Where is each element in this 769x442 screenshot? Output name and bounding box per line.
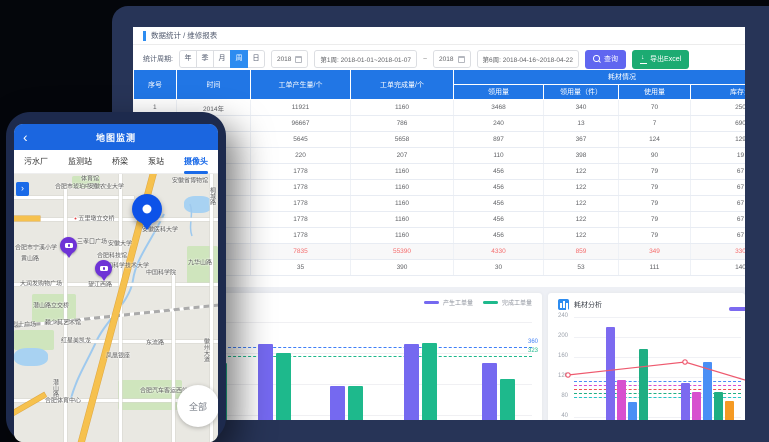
range-start-value: 第1周: 2018-01-01~2018-01-07	[320, 54, 411, 64]
camera-pin-icon[interactable]	[95, 260, 112, 277]
consumables-chart-plot: 40 80 120 160 200 240	[548, 293, 745, 420]
col-index: 序号	[134, 70, 177, 100]
range-end-input[interactable]: 第6周: 2018-04-16~2018-04-22	[477, 50, 580, 68]
chart-bar	[422, 343, 437, 420]
chart-bar	[606, 327, 615, 420]
chart-bar	[404, 344, 419, 420]
export-excel-button[interactable]: 导出Excel	[632, 50, 689, 69]
average-line	[574, 385, 741, 386]
chart-bar	[330, 386, 345, 420]
panel-expander-button[interactable]: ›	[16, 182, 29, 196]
search-button[interactable]: 查询	[585, 50, 626, 69]
year-start-value: 2018	[277, 56, 291, 63]
gridline	[574, 357, 741, 358]
year-start-select[interactable]: 2018	[271, 50, 308, 68]
col-created: 工单产生量/个	[251, 70, 351, 100]
breadcrumb: 数据统计 / 维修报表	[151, 30, 217, 41]
chart-bar	[628, 402, 637, 420]
gridline	[574, 317, 741, 318]
phone-header: ‹ 地图监测	[14, 124, 218, 150]
reference-label: 360	[508, 339, 538, 345]
y-tick-label: 200	[548, 333, 568, 339]
breadcrumb-accent	[143, 31, 146, 41]
year-end-value: 2018	[439, 56, 453, 63]
phone-tab-泵站[interactable]: 泵站	[148, 150, 164, 174]
table-row: 12014年119211160346834070250	[134, 100, 746, 116]
phone-tab-污水厂[interactable]: 污水厂	[24, 150, 48, 174]
chart-bar	[703, 362, 712, 420]
workorder-chart-plot: 360 323	[208, 293, 542, 420]
workorder-chart-card: 产生工单量完成工单量 360323	[208, 293, 542, 420]
breadcrumb-bar: 数据统计 / 维修报表	[133, 27, 745, 45]
range-separator: ~	[423, 56, 427, 63]
col-group: 耗材情况	[454, 70, 746, 85]
chart-bar	[639, 349, 648, 420]
back-icon[interactable]: ‹	[23, 126, 28, 148]
camera-lens	[103, 267, 106, 270]
col-sub: 库存量	[691, 85, 746, 100]
col-sub: 领用量	[454, 85, 544, 100]
y-tick-label: 120	[548, 373, 568, 379]
camera-lens	[68, 244, 71, 247]
y-tick-label: 40	[548, 413, 568, 419]
y-tick-label: 240	[548, 313, 568, 319]
all-button[interactable]: 全部	[177, 385, 218, 427]
chart-bar	[482, 363, 497, 420]
camera-pin-icon[interactable]	[60, 237, 77, 254]
chart-bar	[692, 392, 701, 420]
download-icon	[640, 55, 647, 64]
gridline	[218, 322, 532, 323]
period-option[interactable]: 月	[213, 50, 231, 68]
range-end-value: 第6周: 2018-04-16~2018-04-22	[483, 54, 574, 64]
consumables-chart-card: 耗材分析 4080120160200240	[548, 293, 745, 420]
phone-tab-桥梁[interactable]: 桥梁	[112, 150, 128, 174]
y-tick-label: 80	[548, 393, 568, 399]
phone-screen: ‹ 地图监测 污水厂监测站桥梁泵站摄像头	[14, 124, 218, 442]
chart-bar	[617, 380, 626, 420]
average-line	[574, 389, 741, 390]
gridline	[574, 337, 741, 338]
range-start-input[interactable]: 第1周: 2018-01-01~2018-01-07	[314, 50, 417, 68]
phone-tab-摄像头[interactable]: 摄像头	[184, 150, 208, 174]
period-label: 统计周期:	[143, 54, 173, 64]
chart-bar	[725, 401, 734, 420]
selected-pin-icon[interactable]	[132, 194, 162, 224]
map-view[interactable]: 合肥市琥珀中学体育馆安徽农业大学安徽省博物馆桐城路五里墩立交桥安徽医科大学三孝口…	[14, 174, 218, 442]
calendar-icon	[295, 56, 302, 63]
chart-bar	[714, 392, 723, 420]
chart-bar	[500, 379, 515, 420]
gridline	[574, 377, 741, 378]
col-time: 时间	[177, 70, 251, 100]
col-completed: 工单完成量/个	[351, 70, 454, 100]
period-option[interactable]: 季	[196, 50, 214, 68]
period-segment: 年季月周日	[179, 50, 265, 68]
reference-label: 323	[508, 348, 538, 354]
chart-bar	[348, 386, 363, 420]
period-option[interactable]: 日	[247, 50, 265, 68]
filter-bar: 统计周期: 年季月周日 2018 第1周: 2018-01-01~2018-01…	[143, 49, 689, 69]
calendar-icon	[458, 56, 465, 63]
chart-bar	[681, 383, 690, 420]
phone-tab-监测站[interactable]: 监测站	[68, 150, 92, 174]
period-option[interactable]: 周	[230, 50, 248, 68]
col-sub: 使用量	[619, 85, 691, 100]
chart-bar	[276, 353, 291, 420]
phone-frame: ‹ 地图监测 污水厂监测站桥梁泵站摄像头	[6, 112, 226, 442]
average-line	[574, 381, 741, 382]
phone-title: 地图监测	[96, 131, 136, 144]
chart-bar	[258, 344, 273, 420]
col-sub: 领用量（件）	[544, 85, 619, 100]
phone-tabs: 污水厂监测站桥梁泵站摄像头	[14, 150, 218, 174]
y-tick-label: 160	[548, 353, 568, 359]
period-option[interactable]: 年	[179, 50, 197, 68]
search-icon	[593, 55, 601, 63]
year-end-select[interactable]: 2018	[433, 50, 470, 68]
